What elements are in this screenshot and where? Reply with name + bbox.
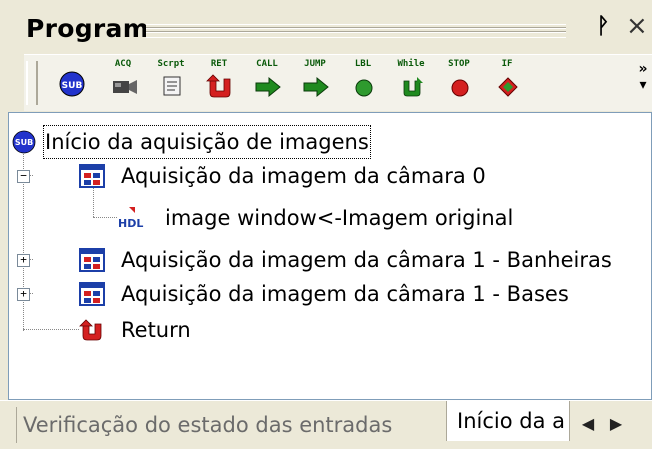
tree-item-label: Aquisição da imagem da câmara 0 — [121, 164, 486, 188]
tab-strip: Verificação do estado das entradas Iníci… — [0, 400, 652, 449]
return-icon — [79, 319, 102, 341]
tree-root[interactable]: SUB Início da aquisição de imagens — [9, 125, 649, 159]
sub-icon: SUB — [12, 130, 36, 154]
tree-item-label: Return — [121, 318, 191, 342]
panel-title: Program — [26, 14, 150, 43]
lbl-button[interactable]: LBL — [346, 59, 380, 107]
stop-label: STOP — [448, 59, 470, 69]
jump-button[interactable]: JUMP — [298, 59, 332, 107]
tree-item[interactable]: + Aquisição da imagem da câmara 1 - Base… — [9, 277, 649, 311]
hdl-icon: HDL — [118, 207, 143, 230]
call-button[interactable]: CALL — [250, 59, 284, 107]
svg-text:SUB: SUB — [62, 81, 83, 91]
if-label: IF — [501, 59, 513, 69]
program-tree[interactable]: SUB Início da aquisição de imagens − Aqu… — [8, 112, 652, 400]
call-arrow-icon — [255, 76, 281, 98]
tab-scroll-left-icon[interactable]: ◀ — [576, 409, 600, 439]
jump-label: JUMP — [304, 59, 326, 69]
script-button[interactable]: Scrpt — [154, 59, 188, 107]
call-label: CALL — [256, 59, 278, 69]
tree-item-label: Aquisição da imagem da câmara 1 - Banhei… — [121, 248, 612, 272]
script-label: Scrpt — [157, 59, 185, 69]
tab-scroll-right-icon[interactable]: ▶ — [604, 409, 628, 439]
ret-button[interactable]: RET — [202, 59, 236, 107]
acquisition-window-icon — [79, 282, 105, 306]
jump-arrow-icon — [303, 76, 329, 98]
tree-item[interactable]: HDL image window<-Imagem original — [9, 201, 649, 235]
tree-item-label: image window<-Imagem original — [165, 206, 514, 230]
tree-item[interactable]: + Aquisição da imagem da câmara 1 - Banh… — [9, 243, 649, 277]
close-icon[interactable]: × — [626, 10, 652, 42]
overflow-chevron-icon: » — [638, 61, 648, 77]
if-button[interactable]: IF — [490, 59, 524, 107]
toolbar-overflow-button[interactable]: » ▾ — [634, 61, 652, 105]
while-label: While — [397, 59, 425, 69]
while-loop-icon — [403, 77, 423, 97]
return-icon — [206, 74, 231, 98]
label-dot-icon — [355, 79, 373, 97]
tree-item-label: Aquisição da imagem da câmara 1 - Bases — [121, 282, 569, 306]
acquisition-window-icon — [79, 164, 105, 188]
acquisition-window-icon — [79, 248, 105, 272]
stop-icon — [451, 79, 469, 97]
pin-icon[interactable]: ᚹ — [592, 12, 614, 42]
panel-titlebar: Program ᚹ × — [0, 0, 652, 60]
svg-text:HDL: HDL — [118, 217, 143, 230]
tree-root-label: Início da aquisição de imagens — [43, 125, 371, 159]
acq-button[interactable]: ACQ — [106, 59, 140, 107]
camera-icon — [113, 80, 137, 94]
sub-button[interactable]: SUB — [54, 59, 88, 107]
stop-button[interactable]: STOP — [442, 59, 476, 107]
script-icon — [163, 76, 181, 96]
tree-item[interactable]: − Aquisição da imagem da câmara 0 — [9, 159, 649, 193]
toolbar-grip[interactable] — [26, 61, 38, 105]
sub-icon: SUB — [59, 71, 85, 97]
ret-label: RET — [210, 59, 228, 69]
svg-text:SUB: SUB — [15, 138, 33, 147]
tree-item[interactable]: Return — [9, 313, 649, 347]
while-button[interactable]: While — [394, 59, 428, 107]
program-toolbar: SUB ACQ Scrpt RET CALL JUMP LBL While ST… — [24, 54, 652, 111]
acq-label: ACQ — [114, 59, 132, 69]
tab-verificacao[interactable]: Verificação do estado das entradas — [16, 407, 392, 443]
expand-toggle[interactable]: + — [17, 254, 30, 267]
titlebar-grip[interactable] — [146, 24, 566, 38]
tab-inicio-active[interactable]: Início da a — [446, 401, 570, 441]
lbl-label: LBL — [354, 59, 372, 69]
expand-toggle[interactable]: + — [17, 288, 30, 301]
collapse-toggle[interactable]: − — [17, 170, 30, 183]
if-diamond-icon — [498, 77, 518, 97]
